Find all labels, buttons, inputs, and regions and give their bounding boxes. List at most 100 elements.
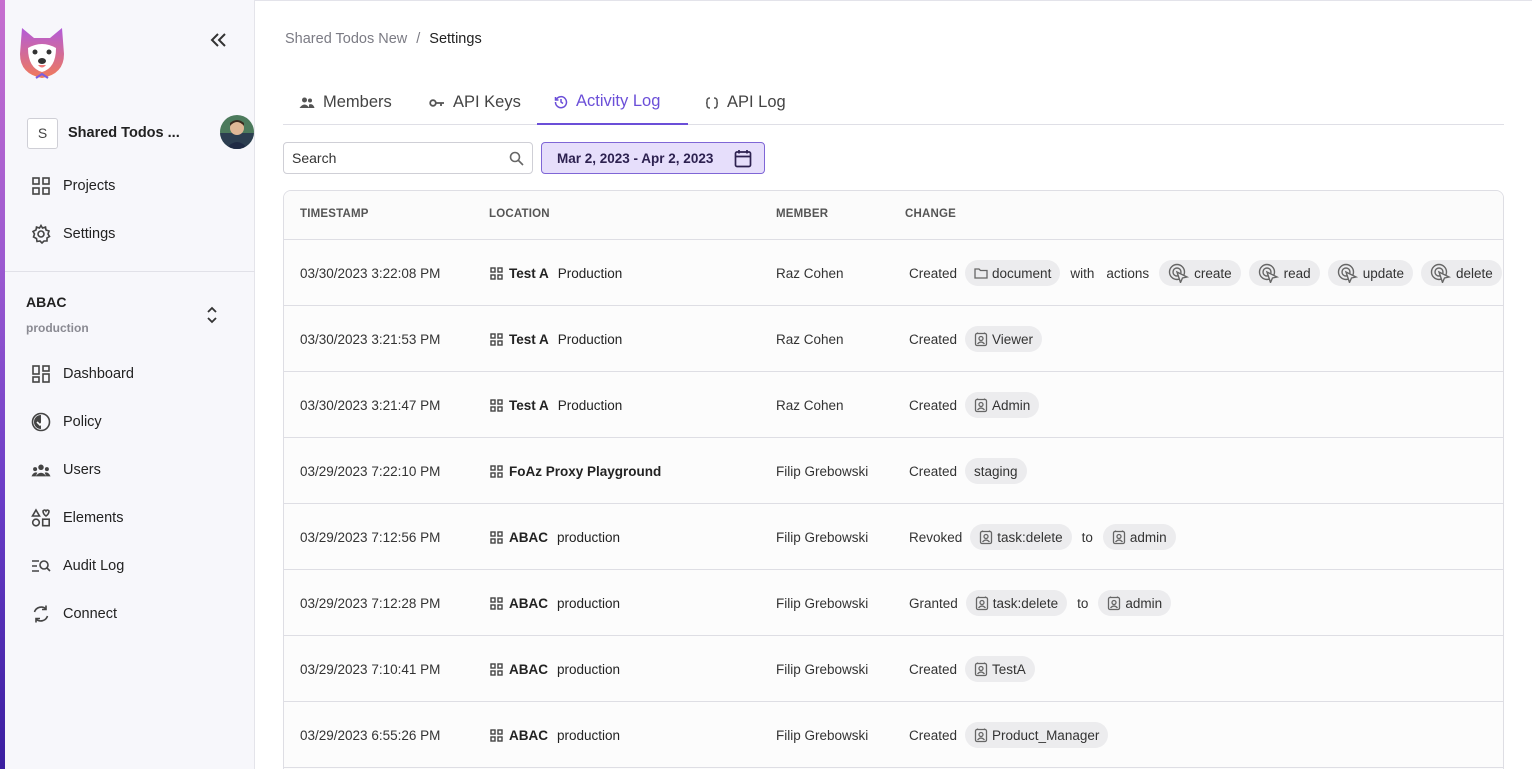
location-cell: Test A Production — [490, 240, 622, 306]
location-environment[interactable]: Production — [558, 398, 623, 413]
chip-label: create — [1194, 265, 1232, 281]
sidebar-item-audit-log[interactable]: Audit Log — [31, 553, 124, 579]
tab-label: Activity Log — [576, 92, 661, 110]
chip-label: task:delete — [992, 595, 1059, 611]
role-icon — [975, 596, 989, 611]
change-chip[interactable]: delete — [1420, 260, 1502, 286]
workspace-switcher[interactable]: S Shared Todos ... — [27, 115, 254, 149]
table-row[interactable]: 03/29/2023 7:12:28 PM ABAC production Filip… — [284, 570, 1503, 636]
location-cell: FoAz Proxy Playground — [490, 438, 661, 504]
location-environment[interactable]: production — [557, 596, 620, 611]
location-environment[interactable]: Production — [558, 332, 623, 347]
change-connector: actions — [1106, 265, 1150, 281]
grid-icon — [31, 176, 51, 196]
change-chip[interactable]: update — [1327, 260, 1413, 286]
location-project[interactable]: Test A — [509, 398, 549, 413]
chip-label: Admin — [992, 397, 1031, 413]
location-environment[interactable]: production — [557, 530, 620, 545]
sidebar-item-users[interactable]: Users — [31, 457, 101, 483]
change-chip[interactable]: create — [1159, 260, 1241, 286]
location-project[interactable]: ABAC — [509, 596, 548, 611]
member-cell: Raz Cohen — [776, 265, 844, 281]
change-chip[interactable]: task:delete — [965, 590, 1068, 616]
location-project[interactable]: FoAz Proxy Playground — [509, 464, 661, 479]
role-icon — [1107, 596, 1121, 611]
location-cell: ABAC production — [490, 636, 620, 702]
location-project[interactable]: ABAC — [509, 530, 548, 545]
app-logo-icon[interactable] — [18, 24, 66, 82]
sidebar-item-label: Users — [63, 462, 101, 478]
sidebar-item-dashboard[interactable]: Dashboard — [31, 361, 134, 387]
table-row[interactable]: 03/29/2023 6:55:26 PM ABAC production Filip… — [284, 702, 1503, 768]
user-avatar[interactable] — [220, 115, 254, 149]
sync-icon — [31, 604, 51, 624]
change-chip[interactable]: task:delete — [970, 524, 1072, 550]
change-chip[interactable]: TestA — [965, 656, 1035, 682]
change-connector: to — [1077, 595, 1089, 611]
breadcrumb-separator: / — [416, 31, 421, 47]
location-project[interactable]: Test A — [509, 266, 549, 281]
table-row[interactable]: 03/29/2023 7:22:10 PM FoAz Proxy Playgrou… — [284, 438, 1503, 504]
date-range-picker[interactable]: Mar 2, 2023 - Apr 2, 2023 — [541, 142, 765, 174]
chevron-up-down-icon — [207, 306, 217, 324]
history-icon — [554, 95, 568, 108]
change-chip[interactable]: Admin — [965, 392, 1040, 418]
table-row[interactable]: 03/30/2023 3:21:47 PM Test A Production Raz… — [284, 372, 1503, 438]
change-chip[interactable]: staging — [965, 458, 1027, 484]
location-project[interactable]: ABAC — [509, 728, 548, 743]
location-environment[interactable]: Production — [558, 266, 623, 281]
sidebar-item-elements[interactable]: Elements — [31, 505, 123, 531]
tab-api-log[interactable]: API Log — [705, 80, 786, 125]
change-chip[interactable]: document — [965, 260, 1061, 286]
change-chip[interactable]: admin — [1102, 524, 1176, 550]
sidebar-item-settings[interactable]: Settings — [31, 221, 115, 247]
environment-project: ABAC — [26, 294, 67, 310]
location-environment[interactable]: production — [557, 728, 620, 743]
location-cell: Test A Production — [490, 306, 622, 372]
breadcrumb-parent[interactable]: Shared Todos New — [285, 31, 407, 47]
chip-label: delete — [1455, 265, 1493, 281]
sidebar-item-connect[interactable]: Connect — [31, 601, 117, 627]
chip-label: document — [992, 265, 1052, 281]
tab-label: API Keys — [453, 93, 521, 111]
table-row[interactable]: 03/29/2023 7:12:56 PM ABAC production Filip… — [284, 504, 1503, 570]
sidebar-item-policy[interactable]: Policy — [31, 409, 102, 435]
table-row[interactable]: 03/30/2023 3:22:08 PM Test A Production Raz… — [284, 240, 1503, 306]
table-row[interactable]: 03/30/2023 3:21:53 PM Test A Production Raz… — [284, 306, 1503, 372]
collapse-sidebar-button[interactable] — [207, 30, 229, 50]
change-chip[interactable]: read — [1248, 260, 1320, 286]
action-icon — [1337, 263, 1359, 283]
member-cell: Filip Grebowski — [776, 463, 869, 479]
table-row[interactable]: 03/29/2023 7:10:41 PM ABAC production Filip… — [284, 636, 1503, 702]
location-environment[interactable]: production — [557, 662, 620, 677]
tab-api-keys[interactable]: API Keys — [429, 80, 521, 125]
change-chip[interactable]: admin — [1098, 590, 1172, 616]
role-icon — [1112, 530, 1126, 545]
change-cell: Created staging — [909, 438, 1027, 504]
tab-members[interactable]: Members — [299, 80, 392, 125]
policy-icon — [31, 412, 51, 432]
location-project[interactable]: Test A — [509, 332, 549, 347]
change-chip[interactable]: Product_Manager — [965, 722, 1109, 748]
role-icon — [974, 662, 988, 677]
role-icon — [974, 332, 988, 347]
change-verb: Created — [909, 661, 958, 677]
top-border — [255, 0, 1532, 1]
audit-log-icon — [31, 556, 51, 576]
search-icon[interactable] — [509, 151, 524, 166]
member-cell: Raz Cohen — [776, 397, 844, 413]
location-project[interactable]: ABAC — [509, 662, 548, 677]
double-chevron-left-icon — [210, 33, 226, 47]
code-icon — [705, 96, 719, 109]
member-cell: Filip Grebowski — [776, 727, 869, 743]
column-header-member: MEMBER — [776, 208, 829, 220]
sidebar-item-projects[interactable]: Projects — [31, 173, 115, 199]
environment-switcher[interactable] — [205, 305, 219, 325]
change-verb: Created — [909, 463, 958, 479]
elements-icon — [31, 508, 51, 528]
search-input[interactable] — [292, 148, 492, 168]
change-verb: Granted — [909, 595, 958, 611]
change-chip[interactable]: Viewer — [965, 326, 1043, 352]
workspace-name: Shared Todos ... — [68, 125, 180, 141]
tab-activity-log[interactable]: Activity Log — [537, 80, 688, 125]
